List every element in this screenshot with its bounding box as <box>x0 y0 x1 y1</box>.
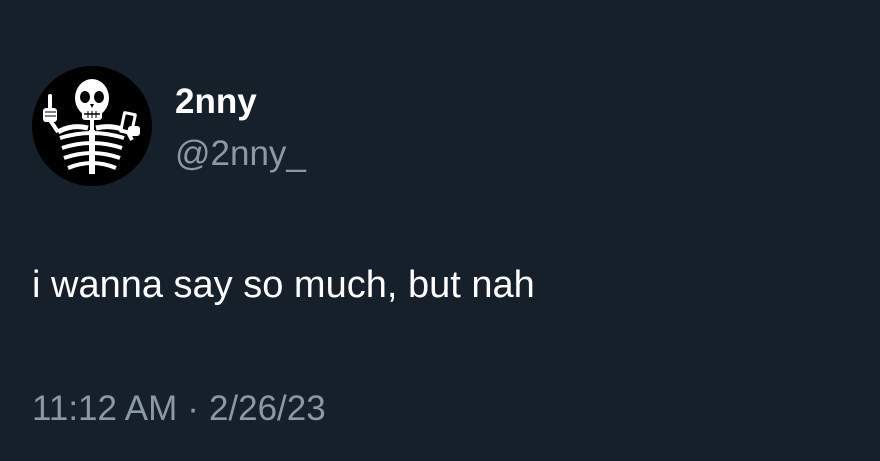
skeleton-icon <box>43 79 140 174</box>
meta-separator: · <box>187 389 199 428</box>
display-name[interactable]: 2nny <box>175 82 257 122</box>
tweet-timestamp: 11:12 AM · 2/26/23 <box>32 388 326 430</box>
user-handle[interactable]: @2nny_ <box>175 134 306 174</box>
avatar[interactable] <box>32 66 152 186</box>
tweet-date[interactable]: 2/26/23 <box>209 389 326 428</box>
tweet-text: i wanna say so much, but nah <box>32 264 535 306</box>
tweet-time[interactable]: 11:12 AM <box>32 389 177 428</box>
tweet-card: 2nny @2nny_ i wanna say so much, but nah… <box>0 0 880 461</box>
